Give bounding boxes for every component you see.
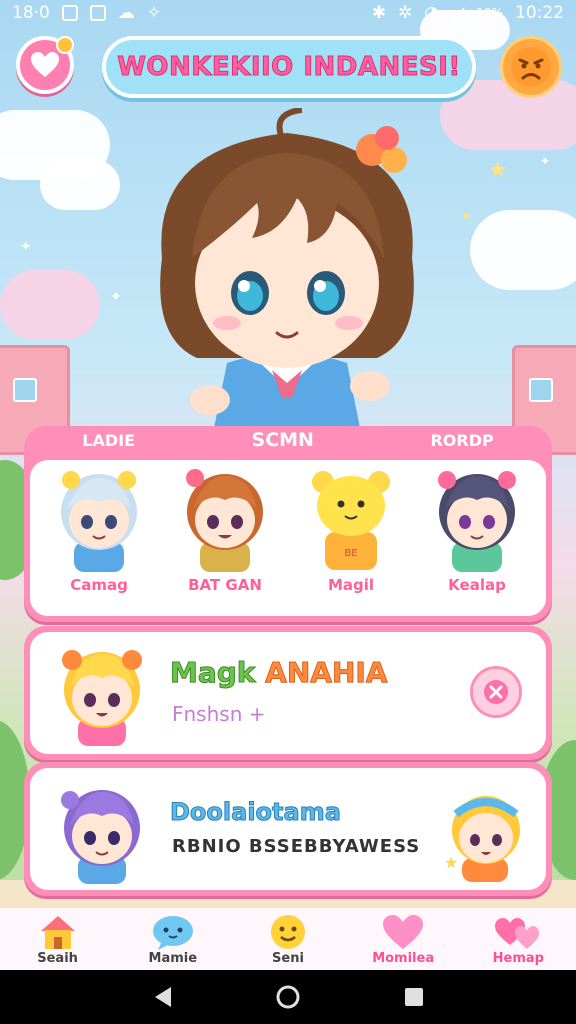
- purple-hair-girl-avatar: [438, 471, 516, 572]
- status-time: 10:22: [515, 3, 564, 23]
- nav-label: Seaih: [37, 950, 78, 966]
- tab-scmn[interactable]: SCMN: [252, 429, 314, 451]
- feature-card[interactable]: Magk ANAHIA Fnshsn +: [24, 626, 552, 760]
- friend-name: Magil: [327, 576, 375, 594]
- info-card-body: Doolaiotama RBNIO BSSEBBYAWESS ★: [30, 768, 546, 890]
- app-notification-icon: [61, 5, 78, 21]
- back-icon[interactable]: [151, 985, 173, 1009]
- photo-notification-icon: [89, 5, 106, 21]
- purple-hair-boy-avatar: [61, 790, 140, 884]
- heart-icon: [383, 914, 424, 949]
- battery-level: 19%: [476, 6, 503, 20]
- info-title: Doolaiotama: [170, 798, 342, 827]
- bluetooth-icon: ✱: [371, 3, 387, 23]
- nav-item-smiley[interactable]: Seni: [234, 913, 342, 966]
- friend-name: Kealap: [448, 576, 506, 594]
- home-icon[interactable]: [275, 984, 301, 1010]
- close-button[interactable]: [470, 666, 522, 718]
- nav-item-chat[interactable]: Mamie: [119, 913, 227, 966]
- tab-ladie[interactable]: LADIE: [82, 431, 135, 450]
- notification-badge: [56, 36, 74, 54]
- feature-title-a: Magk: [169, 656, 256, 690]
- svg-text:★: ★: [444, 853, 458, 872]
- hero-character-illustration: [160, 108, 414, 438]
- friend-item[interactable]: Kealap: [418, 464, 536, 594]
- recents-icon[interactable]: [403, 986, 425, 1008]
- friend-name: Camag: [70, 576, 128, 594]
- headband-kid-avatar: ★: [444, 796, 520, 882]
- feature-title-b: ANAHIA: [265, 656, 388, 690]
- info-card[interactable]: Doolaiotama RBNIO BSSEBBYAWESS ★: [24, 762, 552, 896]
- system-navigation-bar: [0, 970, 576, 1024]
- angry-face-icon: [511, 47, 551, 87]
- signal-icon: ◢: [451, 3, 465, 23]
- cloud-notification-icon: ☁: [117, 3, 135, 23]
- close-icon: [484, 680, 508, 704]
- blonde-girl-avatar: [62, 650, 142, 746]
- mute-icon: ✲: [398, 3, 413, 23]
- bug-notification-icon: ✧: [146, 3, 162, 23]
- blue-hair-boy-avatar: [61, 471, 137, 572]
- nav-item-favorites[interactable]: Momilea: [349, 913, 457, 966]
- app-title-banner: WONKEKIIO INDANESI!: [102, 36, 476, 98]
- status-bar: 18·0 ☁ ✧ ✱ ✲ ◔ ◢ 19% 10:22: [0, 0, 576, 26]
- friends-card: LADIE SCMN RORDP Camag BAT GAN BE Magil …: [24, 426, 552, 622]
- house-icon: [40, 915, 75, 949]
- info-subtitle: RBNIO BSSEBBYAWESS: [172, 836, 421, 857]
- nav-label: Mamie: [148, 950, 198, 966]
- friend-item[interactable]: BE Magil: [292, 464, 410, 594]
- app-title: WONKEKIIO INDANESI!: [117, 52, 461, 83]
- friends-tabs: LADIE SCMN RORDP: [24, 426, 552, 454]
- nav-item-hearts[interactable]: Hemap: [464, 913, 572, 966]
- nav-item-home[interactable]: Seaih: [4, 913, 112, 966]
- nav-label: Momilea: [372, 950, 435, 966]
- feature-title: Magk ANAHIA: [169, 656, 388, 690]
- feature-subtitle: Fnshsn +: [172, 702, 266, 726]
- smiley-icon: [270, 914, 305, 949]
- double-heart-icon: [495, 917, 540, 949]
- friend-item[interactable]: BAT GAN: [166, 464, 284, 594]
- heart-icon: [31, 52, 59, 77]
- friend-name: BAT GAN: [188, 576, 262, 594]
- tab-rordp[interactable]: RORDP: [430, 431, 493, 450]
- svg-text:BE: BE: [344, 548, 357, 559]
- status-left-text: 18·0: [12, 3, 50, 23]
- yellow-bear-avatar: BE: [312, 471, 390, 570]
- mood-button[interactable]: [500, 36, 562, 98]
- friends-card-body: Camag BAT GAN BE Magil Kealap: [30, 460, 546, 616]
- chat-bubble-icon: [152, 915, 193, 950]
- orange-hair-boy-avatar: [186, 469, 263, 572]
- wifi-icon: ◔: [424, 3, 440, 23]
- feature-card-body: Magk ANAHIA Fnshsn +: [30, 632, 546, 754]
- nav-label: Hemap: [492, 950, 544, 966]
- friend-item[interactable]: Camag: [40, 464, 158, 594]
- nav-label: Seni: [272, 950, 304, 966]
- bottom-navigation: Seaih Mamie Seni Momilea Hemap: [0, 908, 576, 970]
- favorites-button[interactable]: [16, 36, 74, 94]
